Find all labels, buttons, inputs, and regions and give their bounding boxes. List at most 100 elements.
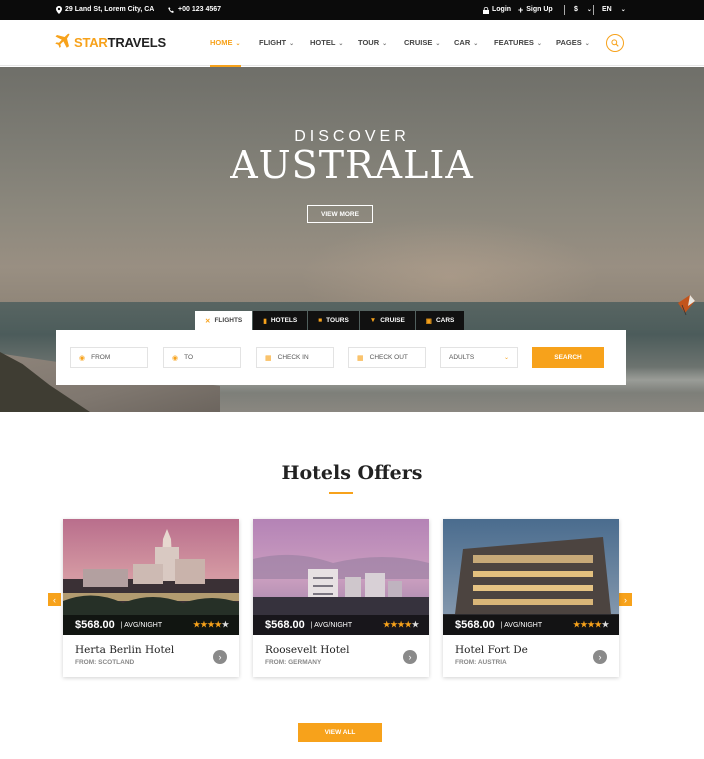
tab-tours[interactable]: ■ TOURS <box>308 311 359 330</box>
login-link[interactable]: Login <box>483 0 511 20</box>
tab-label: FLIGHTS <box>214 317 243 324</box>
nav-label: FLIGHT <box>259 38 287 47</box>
tab-cars[interactable]: ▣ CARS <box>415 311 465 330</box>
hotel-icon: ▮ <box>263 317 267 325</box>
title-underline <box>329 492 353 494</box>
chevron-right-icon: › <box>598 652 602 662</box>
checkin-field[interactable]: ▦ CHECK IN <box>256 347 334 368</box>
price-value: $568.00 <box>265 619 305 631</box>
price-bar: $568.00 | AVG/NIGHT ★★★★★ <box>443 615 619 635</box>
nav-label: HOTEL <box>310 38 336 47</box>
to-placeholder: TO <box>184 354 194 361</box>
nav-home[interactable]: HOME ⌄ <box>210 20 241 67</box>
carousel-prev-button[interactable]: ‹ <box>48 593 61 606</box>
search-submit-button[interactable]: SEARCH <box>532 347 604 368</box>
nav-cruise[interactable]: CRUISE ⌄ <box>404 20 440 66</box>
nav-label: CRUISE <box>404 38 433 47</box>
location-pin-icon: ◉ <box>79 354 86 362</box>
nav-hotel[interactable]: HOTEL ⌄ <box>310 20 343 66</box>
price-value: $568.00 <box>455 619 495 631</box>
hotel-name[interactable]: Roosevelt Hotel <box>265 644 349 656</box>
tab-label: TOURS <box>326 317 349 324</box>
currency-label: $ <box>574 6 578 13</box>
signup-label: Sign Up <box>526 6 553 13</box>
checkin-placeholder: CHECK IN <box>277 354 309 361</box>
top-bar: 29 Land St, Lorem City, CA +00 123 4567 … <box>0 0 704 20</box>
from-field[interactable]: ◉ FROM <box>70 347 148 368</box>
price-value: $568.00 <box>75 619 115 631</box>
star-rating: ★★★★★ <box>383 620 419 629</box>
language-select[interactable]: EN ⌄ <box>602 0 626 20</box>
details-arrow-button[interactable]: › <box>213 650 227 664</box>
tab-hotels[interactable]: ▮ HOTELS <box>253 311 308 330</box>
star-rating: ★★★★★ <box>193 620 229 629</box>
plus-icon: + <box>518 5 524 15</box>
nav-label: TOUR <box>358 38 380 47</box>
adults-select[interactable]: ADULTS ⌄ <box>440 347 518 368</box>
tab-label: CARS <box>435 317 455 324</box>
checkout-placeholder: CHECK OUT <box>369 354 408 361</box>
view-more-button[interactable]: VIEW MORE <box>307 205 373 223</box>
tab-cruise[interactable]: ▼ CRUISE <box>359 311 415 330</box>
nav-label: HOME <box>210 38 233 47</box>
tab-flights[interactable]: ✕ FLIGHTS <box>195 311 253 330</box>
view-all-button[interactable]: VIEW ALL <box>298 723 382 742</box>
lock-icon <box>483 6 489 14</box>
nav-tour[interactable]: TOUR ⌄ <box>358 20 387 66</box>
chevron-right-icon: › <box>624 594 627 605</box>
nav-flight[interactable]: FLIGHT ⌄ <box>259 20 294 66</box>
nav-features[interactable]: FEATURES ⌄ <box>494 20 542 66</box>
car-icon: ▣ <box>425 317 432 325</box>
divider <box>564 5 565 15</box>
star-rating: ★★★★★ <box>573 620 609 629</box>
hotel-name[interactable]: Herta Berlin Hotel <box>75 644 174 656</box>
carousel-next-button[interactable]: › <box>619 593 632 606</box>
language-label: EN <box>602 6 612 13</box>
hotel-name[interactable]: Hotel Fort De <box>455 644 528 656</box>
price-unit: | AVG/NIGHT <box>120 621 163 629</box>
checkout-field[interactable]: ▦ CHECK OUT <box>348 347 426 368</box>
chevron-left-icon: ‹ <box>53 594 56 605</box>
tab-label: HOTELS <box>270 317 298 324</box>
chevron-down-icon: ⌄ <box>473 41 479 47</box>
chevron-down-icon: ⌄ <box>503 355 509 361</box>
phone-text: +00 123 4567 <box>178 6 222 13</box>
hotel-location: FROM: SCOTLAND <box>75 659 135 666</box>
nav-label: FEATURES <box>494 38 534 47</box>
logo[interactable]: STAR TRAVELS <box>54 33 166 51</box>
search-icon <box>611 34 619 52</box>
price-bar: $568.00 | AVG/NIGHT ★★★★★ <box>63 615 239 635</box>
chevron-down-icon: ⌄ <box>435 41 441 47</box>
airplane-icon <box>54 33 70 52</box>
ship-icon: ▼ <box>369 317 377 324</box>
chevron-down-icon: ⌄ <box>382 41 388 47</box>
currency-select[interactable]: $ ⌄ <box>574 0 592 20</box>
hotel-location: FROM: AUSTRIA <box>455 659 507 666</box>
signup-link[interactable]: + Sign Up <box>518 0 553 20</box>
search-button[interactable] <box>606 34 624 52</box>
chevron-down-icon: ⌄ <box>620 7 626 13</box>
divider <box>593 5 594 15</box>
chevron-right-icon: › <box>408 652 412 662</box>
to-field[interactable]: ◉ TO <box>163 347 241 368</box>
hotel-card[interactable]: $568.00 | AVG/NIGHT ★★★★★ Herta Berlin H… <box>63 519 239 677</box>
hero-title: AUSTRALIA <box>230 143 474 187</box>
details-arrow-button[interactable]: › <box>593 650 607 664</box>
details-arrow-button[interactable]: › <box>403 650 417 664</box>
suitcase-icon: ■ <box>318 317 323 324</box>
price-bar: $568.00 | AVG/NIGHT ★★★★★ <box>253 615 429 635</box>
phone-icon <box>168 6 175 14</box>
location-pin-icon <box>56 6 62 14</box>
chevron-down-icon: ⌄ <box>235 41 241 47</box>
hotel-card[interactable]: $568.00 | AVG/NIGHT ★★★★★ Hotel Fort De … <box>443 519 619 677</box>
nav-label: PAGES <box>556 38 582 47</box>
chevron-down-icon: ⌄ <box>584 41 590 47</box>
search-form: ◉ FROM ◉ TO ▦ CHECK IN ▦ CHECK OUT ADULTS ⌄ S… <box>56 330 626 385</box>
nav-car[interactable]: CAR ⌄ <box>454 20 478 66</box>
nav-pages[interactable]: PAGES ⌄ <box>556 20 590 66</box>
chevron-right-icon: › <box>218 652 222 662</box>
nav-label: CAR <box>454 38 471 47</box>
search-tabs: ✕ FLIGHTS ▮ HOTELS ■ TOURS ▼ CRUISE ▣ CARS <box>195 311 465 330</box>
address-text: 29 Land St, Lorem City, CA <box>65 6 155 13</box>
hotel-card[interactable]: $568.00 | AVG/NIGHT ★★★★★ Roosevelt Hote… <box>253 519 429 677</box>
